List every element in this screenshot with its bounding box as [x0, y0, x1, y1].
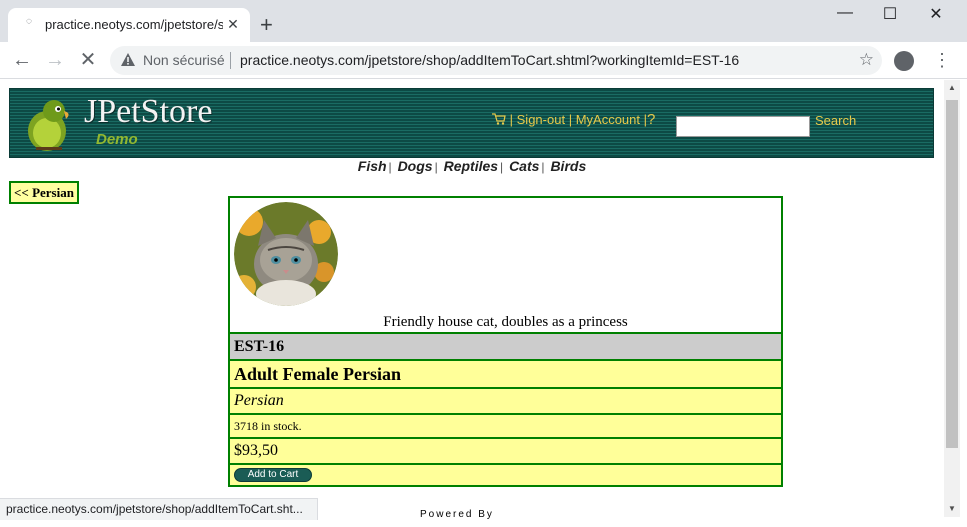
loading-icon: ◌	[26, 16, 32, 27]
store-logo-sub: Demo	[96, 131, 138, 148]
quicklink-cats[interactable]: Cats	[509, 158, 539, 174]
store-header: JPetStore Demo | Sign-out | MyAccount |?…	[9, 88, 934, 158]
tab-strip: ◌ practice.neotys.com/jpetstore/sh ✕ + —…	[0, 0, 967, 42]
item-description: Friendly house cat, doubles as a princes…	[383, 314, 628, 330]
menu-icon[interactable]: ⋮	[933, 50, 951, 71]
close-tab-icon[interactable]: ✕	[224, 15, 242, 33]
quicklink-birds[interactable]: Birds	[550, 158, 586, 174]
item-cart-row: Add to Cart	[230, 463, 781, 485]
item-price: $93,50	[230, 437, 781, 463]
add-to-cart-button[interactable]: Add to Cart	[234, 468, 312, 482]
powered-by-label: Powered By	[420, 509, 494, 520]
item-image-row: Friendly house cat, doubles as a princes…	[230, 198, 781, 332]
store-logo[interactable]: JPetStore	[84, 93, 212, 131]
item-product: Persian	[230, 387, 781, 413]
quicklink-fish[interactable]: Fish	[358, 158, 387, 174]
search-input[interactable]	[676, 116, 810, 137]
quicklink-dogs[interactable]: Dogs	[398, 158, 433, 174]
minimize-button[interactable]: —	[822, 4, 868, 26]
security-label[interactable]: Non sécurisé	[143, 52, 225, 68]
parrot-logo-icon[interactable]	[24, 95, 74, 153]
stop-icon[interactable]: ✕	[76, 48, 100, 72]
item-name: Adult Female Persian	[230, 359, 781, 387]
status-bar-url: practice.neotys.com/jpetstore/shop/addIt…	[0, 498, 318, 520]
my-account-link[interactable]: MyAccount	[576, 112, 640, 127]
kitten-image	[234, 202, 338, 306]
back-arrow-icon[interactable]: ←	[10, 48, 34, 72]
divider	[230, 52, 231, 69]
scroll-thumb[interactable]	[946, 100, 958, 448]
help-icon[interactable]: ?	[647, 111, 655, 128]
header-links: | Sign-out | MyAccount |?	[492, 111, 655, 128]
browser-tab[interactable]: ◌ practice.neotys.com/jpetstore/sh ✕	[8, 8, 250, 42]
maximize-button[interactable]: ☐	[867, 4, 913, 26]
quicklink-reptiles[interactable]: Reptiles	[444, 158, 498, 174]
search-button[interactable]: Search	[815, 113, 856, 128]
close-window-button[interactable]: ✕	[913, 4, 959, 26]
sign-out-link[interactable]: Sign-out	[517, 112, 565, 127]
warning-icon	[121, 53, 135, 66]
category-quicklinks: Fish | Dogs | Reptiles | Cats | Birds	[357, 158, 587, 174]
browser-toolbar: ← → ✕ Non sécurisé practice.neotys.com/j…	[0, 42, 967, 79]
star-icon[interactable]: ☆	[859, 50, 874, 70]
vertical-scrollbar[interactable]: ▲ ▼	[944, 80, 960, 517]
scroll-up-icon[interactable]: ▲	[947, 83, 957, 93]
profile-icon[interactable]	[894, 51, 914, 71]
item-id: EST-16	[230, 332, 781, 359]
forward-arrow-icon[interactable]: →	[43, 48, 67, 72]
address-bar[interactable]: Non sécurisé practice.neotys.com/jpetsto…	[110, 46, 882, 75]
item-stock: 3718 in stock.	[230, 413, 781, 437]
cart-icon[interactable]	[492, 113, 506, 125]
back-to-product-button[interactable]: << Persian	[9, 181, 79, 204]
page-viewport: JPetStore Demo | Sign-out | MyAccount |?…	[0, 80, 944, 527]
new-tab-button[interactable]: +	[260, 14, 273, 36]
url-text[interactable]: practice.neotys.com/jpetstore/shop/addIt…	[240, 52, 739, 68]
tab-title: practice.neotys.com/jpetstore/sh	[45, 17, 223, 32]
item-detail-table: Friendly house cat, doubles as a princes…	[228, 196, 783, 487]
scroll-down-icon[interactable]: ▼	[947, 504, 957, 514]
